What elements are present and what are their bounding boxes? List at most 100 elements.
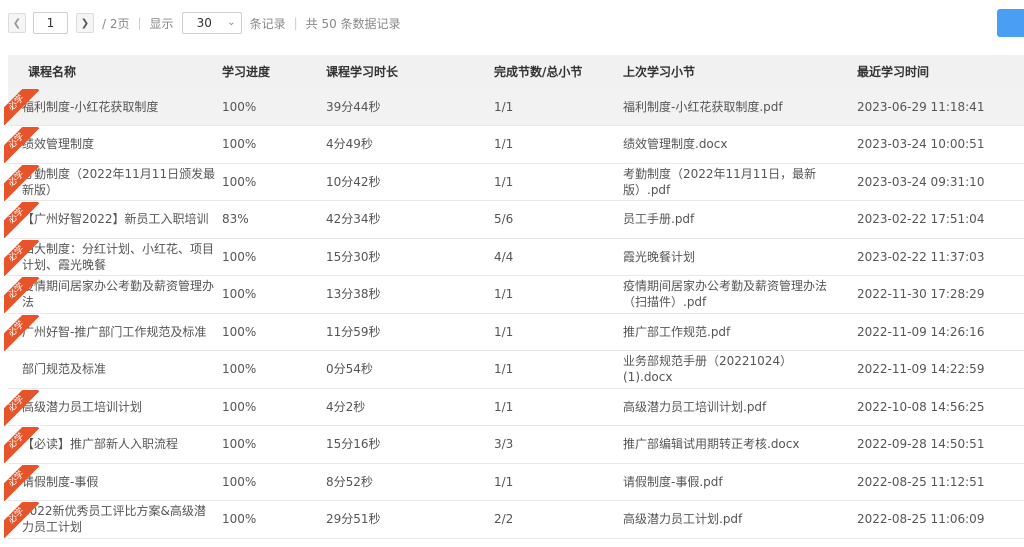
last-section-cell-text: 推广部编辑试用期转正考核.docx: [623, 437, 800, 452]
sections-cell: 1/1: [494, 276, 623, 314]
sections-cell-text: 1/1: [494, 174, 514, 189]
sections-cell: 1/1: [494, 126, 623, 164]
sections-cell: 1/1: [494, 463, 623, 501]
table-row[interactable]: 必学 2022新优秀员工评比方案&高级潜力员工计划 100% 29分51秒 2/2 高级潜…: [4, 501, 1024, 539]
progress-cell: 100%: [222, 437, 257, 452]
course-name-cell: 部门规范及标准: [8, 351, 222, 389]
last-section-cell: 推广部编辑试用期转正考核.docx: [623, 426, 857, 464]
chevron-right-icon: ❯: [80, 17, 90, 29]
sections-cell-text: 4/4: [494, 249, 514, 264]
last-section-cell: 高级潜力员工培训计划.pdf: [623, 388, 857, 426]
header-last-time: 最近学习时间: [857, 65, 930, 79]
last-section-cell-text: 绩效管理制度.docx: [623, 137, 728, 152]
course-name[interactable]: 部门规范及标准: [22, 361, 217, 377]
table-row[interactable]: 必学 【必读】推广部新人入职流程 100% 15分16秒 3/3 推广部编辑试用期转正考核…: [4, 426, 1024, 464]
sections-cell-text: 3/3: [494, 437, 514, 452]
course-name-cell: 必学 2022新优秀员工评比方案&高级潜力员工计划: [4, 501, 222, 538]
table-row[interactable]: 必学 高级潜力员工培训计划 100% 4分2秒 1/1 高级潜力员工培训计划.pdf 202…: [4, 388, 1024, 426]
duration-cell-text: 15分16秒: [326, 437, 381, 452]
last-time-cell: 2023-03-24 09:31:10: [857, 163, 1024, 201]
course-name-cell: 必学 福利制度-小红花获取制度: [4, 88, 222, 126]
last-time-cell: 2023-06-29 11:18:41: [857, 88, 1024, 126]
duration-cell: 15分30秒: [326, 238, 494, 276]
progress-cell: 100%: [222, 474, 257, 489]
table-row[interactable]: 必学 广州好智-推广部门工作规范及标准 100% 11分59秒 1/1 推广部工作规范.p…: [4, 313, 1024, 351]
last-section-cell: 业务部规范手册（20221024）(1).docx: [623, 351, 857, 389]
course-name[interactable]: 高级潜力员工培训计划: [22, 399, 217, 415]
course-name-cell: 必学 【广州好智2022】新员工入职培训: [4, 201, 222, 238]
action-button[interactable]: [997, 9, 1024, 37]
course-name[interactable]: 绩效管理制度: [22, 136, 217, 152]
last-section-cell-text: 推广部工作规范.pdf: [623, 324, 731, 339]
table-row[interactable]: 必学 四大制度：分红计划、小红花、项目计划、霞光晚餐 100% 15分30秒 4/4 霞光…: [4, 238, 1024, 276]
table-row[interactable]: 必学 疫情期间居家办公考勤及薪资管理办法 100% 13分38秒 1/1 疫情期间居家办公…: [4, 276, 1024, 314]
last-section-cell-text: 业务部规范手册（20221024）(1).docx: [623, 354, 793, 385]
course-name-cell: 必学 疫情期间居家办公考勤及薪资管理办法: [4, 276, 222, 313]
duration-cell: 11分59秒: [326, 313, 494, 351]
progress-cell: 100%: [222, 399, 257, 414]
last-section-cell-text: 高级潜力员工培训计划.pdf: [623, 399, 767, 414]
last-time-cell-text: 2022-08-25 11:12:51: [857, 474, 985, 489]
duration-cell-text: 4分2秒: [326, 399, 366, 414]
page-number-input[interactable]: 1: [33, 12, 68, 34]
course-name[interactable]: 考勤制度（2022年11月11日颁发最新版）: [22, 166, 217, 198]
last-section-cell: 考勤制度（2022年11月11日，最新版）.pdf: [623, 163, 857, 201]
sections-cell: 1/1: [494, 163, 623, 201]
sections-cell: 1/1: [494, 313, 623, 351]
course-name[interactable]: 请假制度-事假: [22, 474, 217, 490]
last-section-cell-text: 福利制度-小红花获取制度.pdf: [623, 99, 783, 114]
duration-cell: 42分34秒: [326, 201, 494, 239]
total-pages-text: / 2页: [102, 16, 130, 31]
last-time-cell: 2022-09-28 14:50:51: [857, 426, 1024, 464]
duration-cell: 4分49秒: [326, 126, 494, 164]
sections-cell-text: 1/1: [494, 287, 514, 302]
last-time-cell-text: 2023-02-22 17:51:04: [857, 212, 985, 227]
duration-cell-text: 42分34秒: [326, 212, 381, 227]
last-time-cell-text: 2023-06-29 11:18:41: [857, 99, 985, 114]
duration-cell-text: 4分49秒: [326, 137, 373, 152]
course-name[interactable]: 广州好智-推广部门工作规范及标准: [22, 324, 217, 340]
sections-cell: 1/1: [494, 88, 623, 126]
course-name[interactable]: 福利制度-小红花获取制度: [22, 99, 217, 115]
last-section-cell-text: 高级潜力员工计划.pdf: [623, 512, 743, 527]
last-time-cell-text: 2022-10-08 14:56:25: [857, 399, 985, 414]
course-name[interactable]: 疫情期间居家办公考勤及薪资管理办法: [22, 278, 217, 310]
last-section-cell-text: 霞光晚餐计划: [623, 249, 696, 264]
last-time-cell: 2022-08-25 11:06:09: [857, 501, 1024, 539]
page-size-select[interactable]: 30 ⌄: [181, 12, 242, 34]
course-name[interactable]: 四大制度：分红计划、小红花、项目计划、霞光晚餐: [22, 241, 217, 273]
last-section-cell-text: 疫情期间居家办公考勤及薪资管理办法（扫描件）.pdf: [623, 279, 828, 310]
table-row[interactable]: 部门规范及标准 100% 0分54秒 1/1 业务部规范手册（20221024）(1).…: [8, 351, 1024, 389]
last-section-cell: 员工手册.pdf: [623, 201, 857, 239]
last-section-cell: 请假制度-事假.pdf: [623, 463, 857, 501]
duration-cell-text: 13分38秒: [326, 287, 381, 302]
duration-cell: 29分51秒: [326, 501, 494, 539]
sections-cell: 1/1: [494, 388, 623, 426]
course-name-cell: 必学 四大制度：分红计划、小红花、项目计划、霞光晚餐: [4, 238, 222, 276]
table-row[interactable]: 必学 福利制度-小红花获取制度 100% 39分44秒 1/1 福利制度-小红花获取制度.…: [4, 88, 1024, 126]
last-section-cell: 疫情期间居家办公考勤及薪资管理办法（扫描件）.pdf: [623, 276, 857, 314]
progress-cell: 83%: [222, 212, 249, 227]
table-row[interactable]: 必学 绩效管理制度 100% 4分49秒 1/1 绩效管理制度.docx 2023-03-2…: [4, 126, 1024, 164]
duration-cell: 13分38秒: [326, 276, 494, 314]
course-name-cell: 必学 广州好智-推广部门工作规范及标准: [4, 313, 222, 351]
table-row[interactable]: 必学 【广州好智2022】新员工入职培训 83% 42分34秒 5/6 员工手册.pdf 2…: [4, 201, 1024, 239]
course-name[interactable]: 【广州好智2022】新员工入职培训: [22, 211, 217, 227]
table-row[interactable]: 必学 请假制度-事假 100% 8分52秒 1/1 请假制度-事假.pdf 2022-08-…: [4, 463, 1024, 501]
separator: |: [293, 16, 298, 30]
show-label: 显示: [149, 16, 174, 31]
course-name[interactable]: 【必读】推广部新人入职流程: [22, 436, 217, 452]
duration-cell: 15分16秒: [326, 426, 494, 464]
progress-cell: 100%: [222, 249, 257, 264]
course-name[interactable]: 2022新优秀员工评比方案&高级潜力员工计划: [22, 503, 217, 535]
table-row[interactable]: 必学 考勤制度（2022年11月11日颁发最新版） 100% 10分42秒 1/1 考勤制…: [4, 163, 1024, 201]
last-section-cell: 福利制度-小红花获取制度.pdf: [623, 88, 857, 126]
next-page-button[interactable]: ❯: [76, 13, 94, 33]
last-time-cell: 2023-02-22 11:37:03: [857, 238, 1024, 276]
course-name-cell: 必学 高级潜力员工培训计划: [4, 388, 222, 426]
chevron-left-icon: ❮: [12, 17, 22, 29]
total-records-text: 共 50 条数据记录: [305, 16, 401, 31]
chevron-down-icon: ⌄: [227, 17, 236, 28]
prev-page-button[interactable]: ❮: [8, 13, 26, 33]
progress-cell: 100%: [222, 137, 257, 152]
